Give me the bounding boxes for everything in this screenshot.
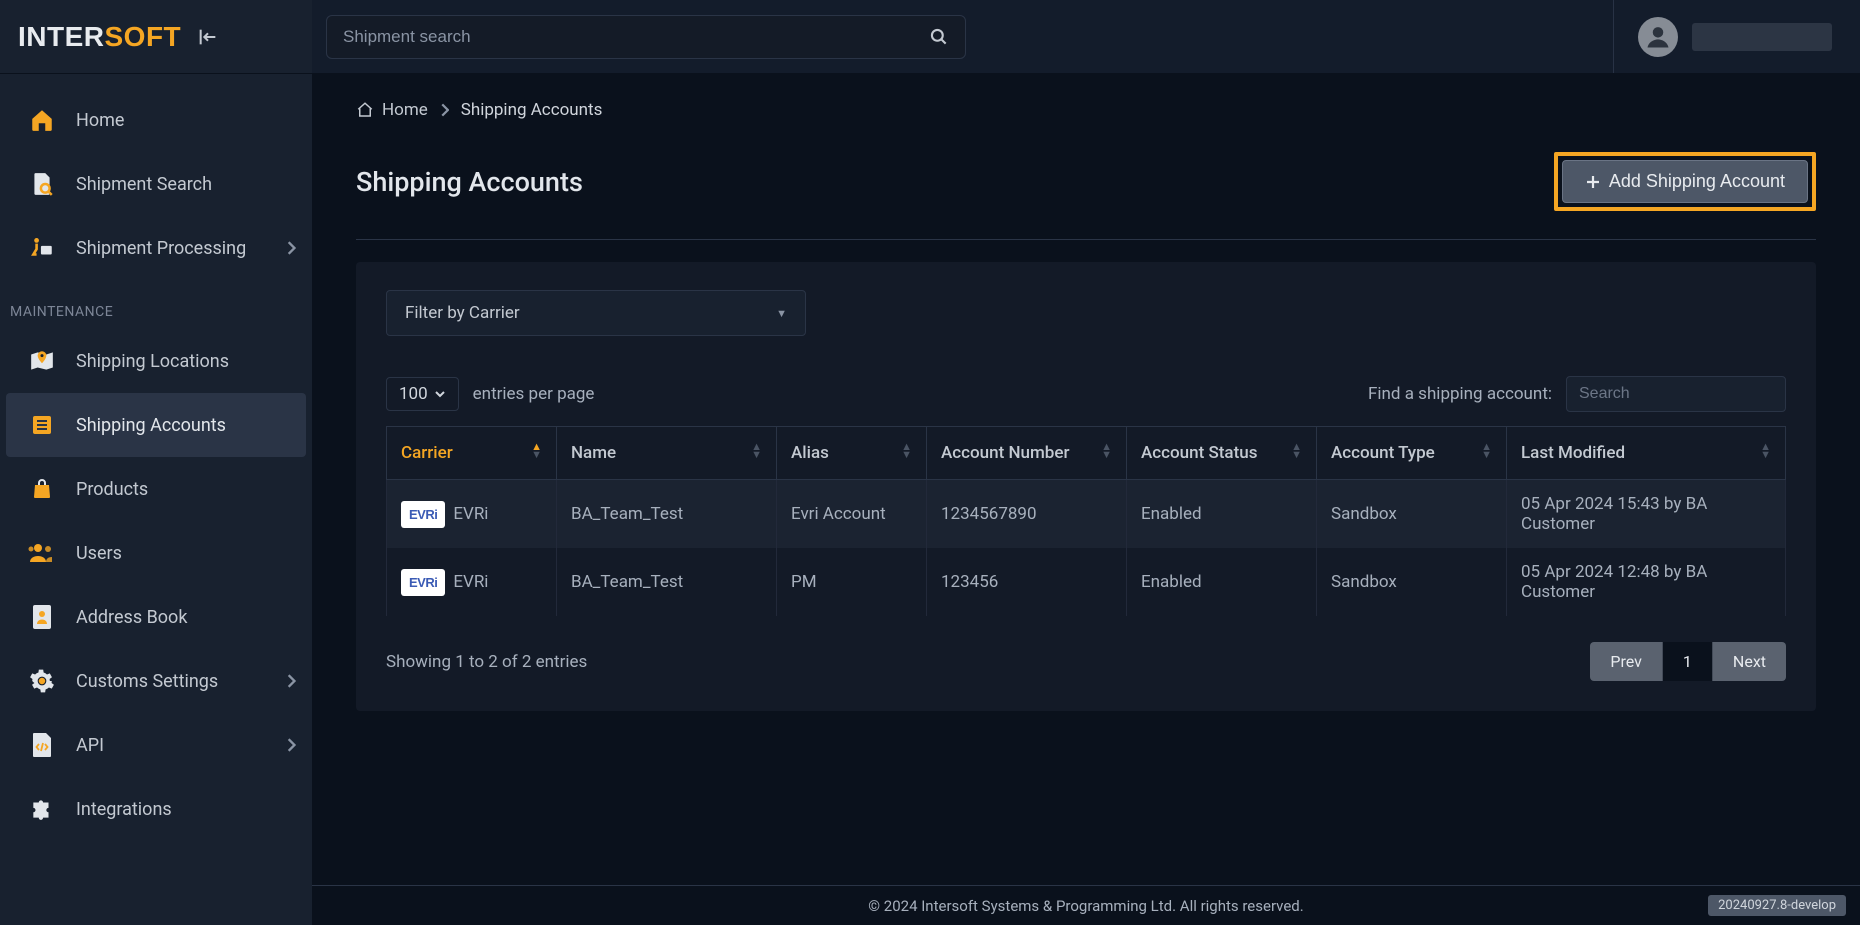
user-name-placeholder <box>1692 23 1832 51</box>
sidebar-item-users[interactable]: Users <box>0 521 312 585</box>
sidebar-item-label: Shipping Locations <box>76 351 229 372</box>
breadcrumb-current: Shipping Accounts <box>461 100 603 120</box>
filter-by-carrier-select[interactable]: Filter by Carrier ▼ <box>386 290 806 336</box>
table-row[interactable]: EVRi EVRi BA_Team_TestPM123456EnabledSandb… <box>387 548 1786 616</box>
user-avatar[interactable] <box>1638 17 1678 57</box>
add-shipping-account-highlight: Add Shipping Account <box>1554 152 1816 211</box>
sidebar-item-shipping-locations[interactable]: Shipping Locations <box>0 329 312 393</box>
sidebar-item-customs-settings[interactable]: Customs Settings <box>0 649 312 713</box>
cell-name: BA_Team_Test <box>557 548 777 616</box>
search-icon <box>929 27 949 47</box>
entries-per-page-label: entries per page <box>473 384 595 404</box>
carrier-name: EVRi <box>453 504 488 524</box>
users-icon <box>26 539 58 567</box>
breadcrumb-home-label: Home <box>382 100 428 120</box>
contact-icon <box>26 603 58 631</box>
find-account-label: Find a shipping account: <box>1368 384 1552 404</box>
gear-icon <box>26 667 58 695</box>
doc-search-icon <box>26 170 58 198</box>
sidebar-item-label: Products <box>76 479 148 500</box>
sidebar-item-label: Shipment Search <box>76 174 212 195</box>
map-pin-icon <box>26 347 58 375</box>
sidebar: Home Shipment Search Shipment Processing… <box>0 74 312 925</box>
processing-icon <box>26 234 58 262</box>
chevron-right-icon <box>286 241 296 255</box>
page-size-select[interactable]: 100 <box>386 377 459 411</box>
sidebar-item-shipping-accounts[interactable]: Shipping Accounts <box>6 393 306 457</box>
col-name[interactable]: Name▲▼ <box>557 427 777 480</box>
shipment-search-input[interactable] <box>343 27 929 47</box>
sidebar-item-label: Integrations <box>76 799 172 820</box>
list-icon <box>26 411 58 439</box>
sidebar-item-label: Users <box>76 543 122 564</box>
chevron-right-icon <box>286 674 296 688</box>
sidebar-item-shipment-processing[interactable]: Shipment Processing <box>0 216 312 280</box>
table-row[interactable]: EVRi EVRi BA_Team_TestEvri Account12345678… <box>387 480 1786 549</box>
filter-label: Filter by Carrier <box>405 303 520 323</box>
cell-modified: 05 Apr 2024 15:43 by BA Customer <box>1507 480 1786 549</box>
carrier-badge: EVRi <box>401 569 445 596</box>
pagination: Prev 1 Next <box>1590 642 1786 681</box>
cell-alias: PM <box>777 548 927 616</box>
breadcrumb: Home Shipping Accounts <box>356 100 1816 120</box>
sidebar-collapse-button[interactable] <box>197 26 219 48</box>
prev-page-button[interactable]: Prev <box>1590 642 1663 681</box>
col-account-number[interactable]: Account Number▲▼ <box>927 427 1127 480</box>
sidebar-item-integrations[interactable]: Integrations <box>0 777 312 841</box>
brand-logo: INTERSOFT <box>18 21 181 53</box>
sidebar-item-label: Home <box>76 110 124 131</box>
cell-account-number: 123456 <box>927 548 1127 616</box>
col-last-modified[interactable]: Last Modified▲▼ <box>1507 427 1786 480</box>
add-button-label: Add Shipping Account <box>1609 171 1785 192</box>
cell-account-number: 1234567890 <box>927 480 1127 549</box>
build-version-tag[interactable]: 20240927.8-develop <box>1708 895 1846 916</box>
sidebar-item-label: Shipping Accounts <box>76 415 226 436</box>
col-carrier[interactable]: Carrier▲▼ <box>387 427 557 480</box>
shipment-search-box[interactable] <box>326 15 966 59</box>
chevron-right-icon <box>440 103 449 117</box>
cell-type: Sandbox <box>1317 480 1507 549</box>
table-search-input[interactable] <box>1566 376 1786 412</box>
chevron-right-icon <box>286 738 296 752</box>
page-size-value: 100 <box>399 384 428 404</box>
showing-entries-label: Showing 1 to 2 of 2 entries <box>386 652 587 672</box>
sidebar-item-shipment-search[interactable]: Shipment Search <box>0 152 312 216</box>
breadcrumb-home-icon[interactable]: Home <box>356 100 428 120</box>
col-alias[interactable]: Alias▲▼ <box>777 427 927 480</box>
sidebar-item-label: API <box>76 735 104 756</box>
cell-status: Enabled <box>1127 480 1317 549</box>
sidebar-item-label: Shipment Processing <box>76 238 246 259</box>
plus-icon <box>1585 174 1601 190</box>
col-account-status[interactable]: Account Status▲▼ <box>1127 427 1317 480</box>
puzzle-icon <box>26 795 58 823</box>
col-account-type[interactable]: Account Type▲▼ <box>1317 427 1507 480</box>
carrier-name: EVRi <box>453 572 488 592</box>
page-number[interactable]: 1 <box>1663 642 1712 681</box>
next-page-button[interactable]: Next <box>1712 642 1786 681</box>
sidebar-item-label: Customs Settings <box>76 671 218 692</box>
code-doc-icon <box>26 731 58 759</box>
caret-down-icon: ▼ <box>776 307 787 320</box>
carrier-badge: EVRi <box>401 501 445 528</box>
sidebar-item-api[interactable]: API <box>0 713 312 777</box>
add-shipping-account-button[interactable]: Add Shipping Account <box>1562 160 1808 203</box>
chevron-down-icon <box>434 388 446 400</box>
home-icon <box>26 106 58 134</box>
cell-alias: Evri Account <box>777 480 927 549</box>
cell-modified: 05 Apr 2024 12:48 by BA Customer <box>1507 548 1786 616</box>
copyright-text: © 2024 Intersoft Systems & Programming L… <box>868 897 1303 915</box>
cell-status: Enabled <box>1127 548 1317 616</box>
sidebar-item-label: Address Book <box>76 607 187 628</box>
sidebar-item-home[interactable]: Home <box>0 88 312 152</box>
shipping-accounts-table: Carrier▲▼ Name▲▼ Alias▲▼ Account Number▲… <box>386 426 1786 616</box>
sidebar-section-maintenance: MAINTENANCE <box>0 280 312 329</box>
sidebar-item-address-book[interactable]: Address Book <box>0 585 312 649</box>
cell-name: BA_Team_Test <box>557 480 777 549</box>
bag-icon <box>26 475 58 503</box>
cell-type: Sandbox <box>1317 548 1507 616</box>
sidebar-item-products[interactable]: Products <box>0 457 312 521</box>
page-title: Shipping Accounts <box>356 166 583 198</box>
